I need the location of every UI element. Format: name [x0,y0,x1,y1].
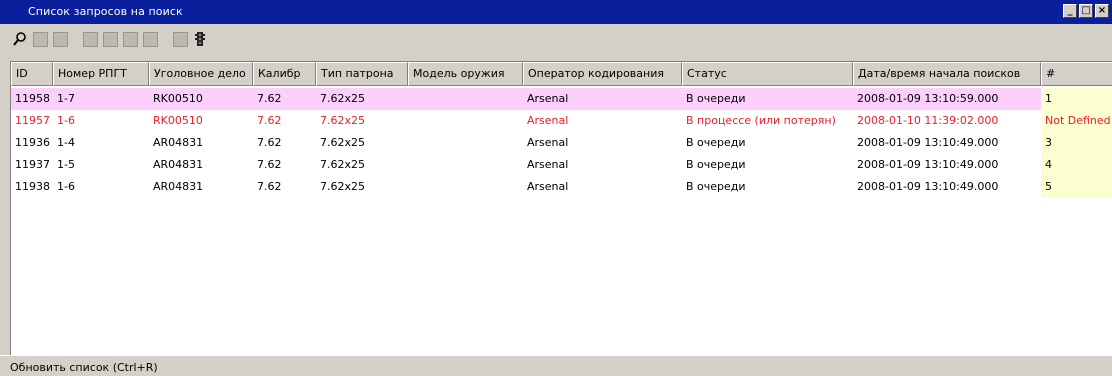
search-button[interactable] [10,29,30,49]
cell-cartridge: 7.62x25 [320,136,365,149]
cell-status: В очереди [686,92,746,105]
column-header-hash[interactable]: # [1041,62,1112,86]
cell-weapon [408,154,523,176]
cell-hash: 3 [1041,132,1112,154]
search-icon [13,32,26,46]
cell-caliber: 7.62 [257,92,282,105]
filter-button[interactable] [30,29,50,49]
search-filter-2-icon [52,31,68,47]
minimize-button[interactable]: _ [1063,4,1077,18]
search-filter-icon [32,31,48,47]
search-remove-icon [102,31,118,47]
cell-datetime: 2008-01-09 13:10:49.000 [857,136,999,149]
grid-2-button[interactable] [140,29,160,49]
column-header-weapon[interactable]: Модель оружия [408,62,523,86]
cell-operator: Arsenal [527,92,569,105]
search-add-icon [82,31,98,47]
cell-rpgt: 1-7 [57,92,75,105]
window-title: Список запросов на поиск [28,5,183,18]
grid-button[interactable] [120,29,140,49]
cell-cartridge: 7.62x25 [320,92,365,105]
grid-icon [122,31,138,47]
cell-rpgt: 1-6 [57,114,75,127]
cell-status: В очереди [686,158,746,171]
window-controls: _ □ × [1063,4,1109,18]
cell-rpgt: 1-4 [57,136,75,149]
add-button[interactable] [80,29,100,49]
cell-caliber: 7.62 [257,136,282,149]
table-row[interactable]: 11938 1-6 AR04831 7.62 7.62x25 Arsenal В… [11,176,1112,198]
cell-weapon [408,110,523,132]
column-header-datetime[interactable]: Дата/время начала поисков [853,62,1041,86]
cell-rpgt: 1-5 [57,158,75,171]
column-header-cartridge[interactable]: Тип патрона [316,62,408,86]
cell-operator: Arsenal [527,180,569,193]
cell-operator: Arsenal [527,158,569,171]
status-bar: Обновить список (Ctrl+R) [0,355,1112,376]
export-icon [172,31,188,47]
filter-2-button[interactable] [50,29,70,49]
cell-hash: Not Defined [1041,110,1112,132]
column-header-rpgt[interactable]: Номер РПГТ [53,62,149,86]
cell-hash: 1 [1041,88,1112,110]
cell-cartridge: 7.62x25 [320,114,365,127]
cell-id: 11937 [15,158,50,171]
cell-operator: Arsenal [527,136,569,149]
table-row[interactable]: 11936 1-4 AR04831 7.62 7.62x25 Arsenal В… [11,132,1112,154]
cell-id: 11958 [15,92,50,105]
cell-datetime: 2008-01-09 13:10:49.000 [857,158,999,171]
cell-cartridge: 7.62x25 [320,180,365,193]
column-header-operator[interactable]: Оператор кодирования [523,62,682,86]
cell-id: 11938 [15,180,50,193]
cell-case: AR04831 [153,158,204,171]
export-button[interactable] [170,29,190,49]
cell-id: 11957 [15,114,50,127]
maximize-button[interactable]: □ [1079,4,1093,18]
cell-case: RK00510 [153,92,203,105]
cell-datetime: 2008-01-09 13:10:59.000 [857,92,999,105]
table-header: ID Номер РПГТ Уголовное дело Калибр Тип … [11,62,1112,86]
cell-status: В очереди [686,180,746,193]
cell-weapon [408,132,523,154]
cell-datetime: 2008-01-10 11:39:02.000 [857,114,999,127]
table-row[interactable]: 11957 1-6 RK00510 7.62 7.62x25 Arsenal В… [11,110,1112,132]
search-requests-window: Список запросов на поиск _ □ × ID Номер … [0,0,1112,376]
cell-case: AR04831 [153,136,204,149]
cell-case: AR04831 [153,180,204,193]
toolbar [0,24,1112,54]
cell-caliber: 7.62 [257,158,282,171]
traffic-light-icon [195,32,205,46]
cell-cartridge: 7.62x25 [320,158,365,171]
cell-hash: 5 [1041,176,1112,198]
cell-weapon [408,88,523,110]
cell-status: В очереди [686,136,746,149]
cell-caliber: 7.62 [257,114,282,127]
grid-2-icon [142,31,158,47]
traffic-light-button[interactable] [190,29,210,49]
cell-status: В процессе (или потерян) [686,114,836,127]
column-header-status[interactable]: Статус [682,62,853,86]
cell-operator: Arsenal [527,114,569,127]
cell-case: RK00510 [153,114,203,127]
column-header-case[interactable]: Уголовное дело [149,62,253,86]
cell-hash: 4 [1041,154,1112,176]
cell-datetime: 2008-01-09 13:10:49.000 [857,180,999,193]
table-row[interactable]: 11958 1-7 RK00510 7.62 7.62x25 Arsenal В… [11,88,1112,110]
cell-id: 11936 [15,136,50,149]
cell-rpgt: 1-6 [57,180,75,193]
table-row[interactable]: 11937 1-5 AR04831 7.62 7.62x25 Arsenal В… [11,154,1112,176]
column-header-caliber[interactable]: Калибр [253,62,316,86]
requests-table: ID Номер РПГТ Уголовное дело Калибр Тип … [10,61,1112,355]
title-bar[interactable]: Список запросов на поиск _ □ × [0,0,1112,24]
status-text: Обновить список (Ctrl+R) [10,361,158,374]
close-button[interactable]: × [1095,4,1109,18]
cell-weapon [408,176,523,198]
cell-caliber: 7.62 [257,180,282,193]
remove-button[interactable] [100,29,120,49]
column-header-id[interactable]: ID [11,62,53,86]
